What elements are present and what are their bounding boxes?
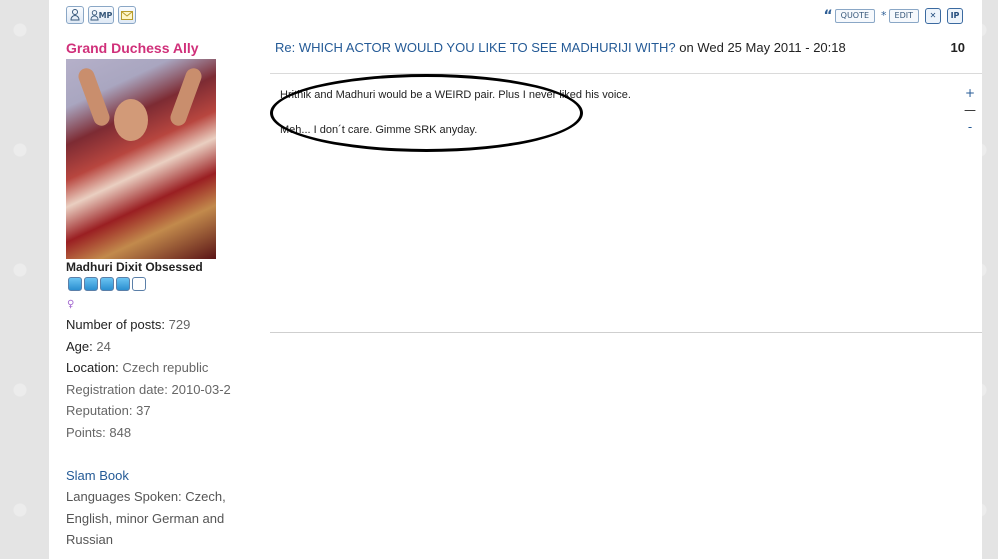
registration-row: Registration date: 2010-03-2 [66, 381, 231, 397]
edit-button[interactable]: EDIT [888, 9, 919, 23]
delete-button[interactable]: ✕ [925, 8, 941, 24]
rank-pip [68, 277, 82, 291]
user-rank: Madhuri Dixit Obsessed [66, 260, 203, 274]
rank-pip [116, 277, 130, 291]
rank-pip [100, 277, 114, 291]
post-vote-controls: + — - [963, 86, 977, 134]
post-title-link[interactable]: Re: WHICH ACTOR WOULD YOU LIKE TO SEE MA… [275, 40, 676, 55]
location-value: Czech republic [122, 360, 209, 376]
avatar-arm-left [76, 66, 112, 128]
vote-divider: — [964, 103, 976, 117]
age-label: Age [66, 338, 90, 354]
post-number: 10 [950, 40, 965, 55]
email-icon[interactable] [118, 6, 136, 24]
profile-icon[interactable] [66, 6, 84, 24]
rank-pip [84, 277, 98, 291]
avatar [66, 59, 216, 259]
location-row: Location: Czech republic [66, 360, 209, 376]
post-header: Re: WHICH ACTOR WOULD YOU LIKE TO SEE MA… [275, 40, 965, 55]
avatar-face [114, 99, 148, 141]
points-row: Points: 848 [66, 424, 132, 440]
reputation-label: Reputation [66, 403, 129, 419]
avatar-arm-right [168, 66, 204, 128]
quote-button[interactable]: QUOTE [834, 9, 876, 23]
rank-pip [132, 277, 146, 291]
location-label: Location [66, 360, 116, 376]
posts-value: 729 [168, 317, 191, 332]
pm-label: MP [98, 10, 113, 20]
age-row: Age: 24 [66, 338, 111, 354]
private-message-button[interactable]: MP [88, 6, 114, 24]
languages-spoken: Languages Spoken: Czech, English, minor … [66, 489, 226, 548]
slam-book-link[interactable]: Slam Book [66, 465, 248, 487]
gender-icon: ♀ [67, 299, 75, 310]
ip-button[interactable]: IP [947, 8, 963, 24]
quote-icon: “ [823, 8, 833, 24]
points-value: 848 [109, 424, 132, 440]
edit-icon: * [881, 9, 887, 22]
post-date: on Wed 25 May 2011 - 20:18 [675, 40, 846, 55]
posts-count-row: Number of posts: 729 [66, 317, 191, 332]
rank-pips [68, 277, 146, 291]
age-value: 24 [96, 338, 111, 354]
annotation-ellipse [270, 74, 583, 152]
reputation-value: 37 [136, 403, 151, 419]
user-action-icons: MP [66, 6, 136, 24]
posts-label: Number of posts [66, 317, 162, 332]
registration-value: 2010-03-2 [171, 381, 231, 397]
vote-plus-button[interactable]: + [963, 86, 977, 100]
vote-minus-button[interactable]: - [963, 120, 977, 134]
username[interactable]: Grand Duchess Ally [66, 40, 199, 56]
user-profile-details: Number of posts: 729 Age: 24 Location: C… [66, 314, 248, 551]
post-action-icons: “ QUOTE * EDIT ✕ IP [823, 8, 963, 24]
reputation-row: Reputation: 37 [66, 403, 151, 419]
points-label: Points [66, 424, 103, 440]
registration-label: Registration date [66, 381, 165, 397]
